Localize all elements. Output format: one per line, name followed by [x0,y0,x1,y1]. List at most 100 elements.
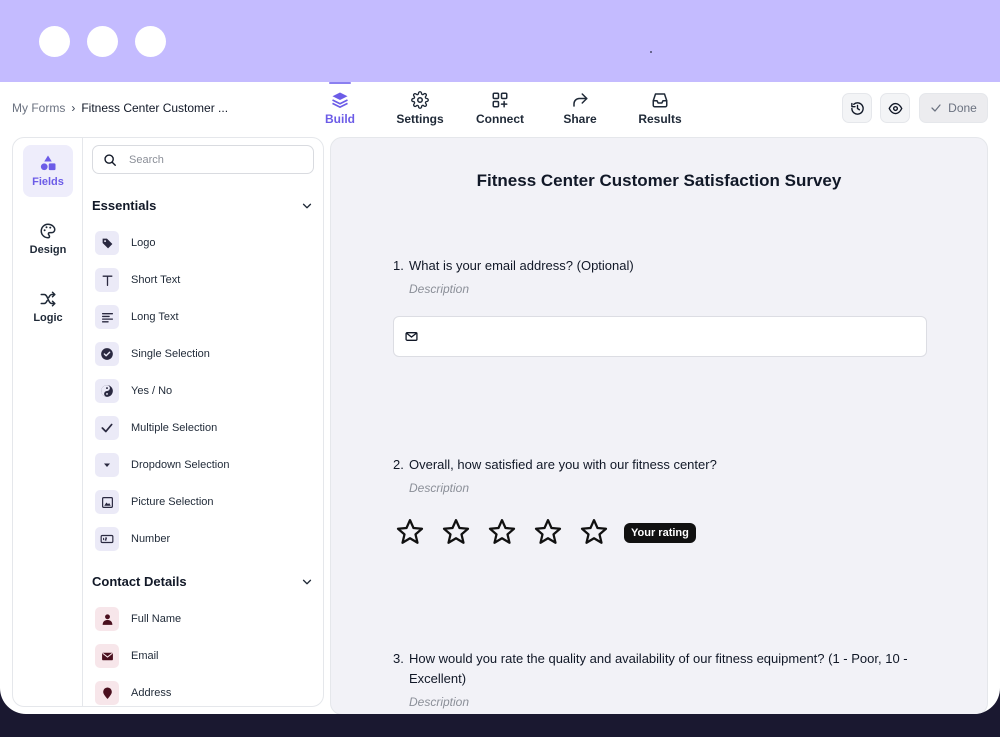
field-item-single-selection[interactable]: Single Selection [95,341,310,367]
rating-badge: Your rating [624,523,696,543]
person-icon [95,607,119,631]
number-input-icon [95,527,119,551]
field-item-label: Short Text [131,274,181,286]
section-contact-details-header[interactable]: Contact Details [92,574,314,589]
field-item-long-text[interactable]: Long Text [95,304,310,330]
breadcrumb-separator: › [71,101,76,115]
question-description[interactable]: Description [409,282,469,296]
rail-divider [82,138,83,706]
shapes-icon [40,155,56,171]
rail-logic-label: Logic [33,312,63,324]
field-item-label: Number [131,533,171,545]
window-titlebar [0,0,1000,82]
top-navigation: My Forms › Fitness Center Customer ... B… [0,82,1000,137]
question-2[interactable]: 2. Overall, how satisfied are you with o… [393,455,933,475]
window-control-dot[interactable] [135,26,166,57]
rail-logic[interactable]: Logic [23,281,73,333]
question-1[interactable]: 1. What is your email address? (Optional… [393,256,933,276]
field-item-address[interactable]: Address [95,680,310,706]
question-text: Overall, how satisfied are you with our … [409,457,717,472]
active-tab-indicator [329,82,351,84]
yin-yang-icon [95,379,119,403]
field-item-multiple-selection[interactable]: Multiple Selection [95,415,310,441]
field-item-short-text[interactable]: Short Text [95,267,310,293]
section-essentials-header[interactable]: Essentials [92,198,314,213]
tab-connect[interactable]: Connect [460,82,540,137]
search-icon [104,153,116,166]
question-text: How would you rate the quality and avail… [409,651,908,686]
rail-fields[interactable]: Fields [23,145,73,197]
envelope-icon [95,644,119,668]
field-item-label: Logo [131,237,156,249]
field-item-number[interactable]: Number [95,526,310,552]
field-item-dropdown-selection[interactable]: Dropdown Selection [95,452,310,478]
breadcrumb-root-link[interactable]: My Forms [12,101,65,115]
preview-button[interactable] [880,93,910,123]
field-item-label: Picture Selection [131,496,214,508]
question-description[interactable]: Description [409,481,469,495]
rail-design[interactable]: Design [23,213,73,265]
field-item-email[interactable]: Email [95,643,310,669]
field-search[interactable] [92,145,314,174]
question-description[interactable]: Description [409,695,469,709]
tab-settings-label: Settings [396,112,444,126]
question-number: 2. [393,457,404,472]
history-icon [850,101,864,115]
field-item-yes-no[interactable]: Yes / No [95,378,310,404]
tab-build-label: Build [325,112,355,126]
star-icon[interactable] [533,517,563,547]
star-rating[interactable] [395,517,609,547]
caret-down-icon [95,453,119,477]
tag-icon [95,231,119,255]
field-item-full-name[interactable]: Full Name [95,606,310,632]
chevron-down-icon[interactable] [300,575,314,589]
star-icon[interactable] [395,517,425,547]
field-item-label: Yes / No [131,385,173,397]
field-item-label: Multiple Selection [131,422,218,434]
field-item-label: Single Selection [131,348,210,360]
app-window: My Forms › Fitness Center Customer ... B… [0,0,1000,714]
question-text: What is your email address? (Optional) [409,258,634,273]
tab-build[interactable]: Build [300,82,380,137]
rail-design-label: Design [29,244,67,256]
map-pin-icon [95,681,119,705]
tab-share[interactable]: Share [540,82,620,137]
layers-icon [332,92,348,108]
field-item-label: Email [131,650,159,662]
field-item-logo[interactable]: Logo [95,230,310,256]
fields-panel: Fields Design Logic Essentials Logo Shor… [12,137,324,707]
question-3[interactable]: 3. How would you rate the quality and av… [393,649,933,689]
checkmark-icon [95,416,119,440]
shuffle-icon [40,291,56,307]
section-title: Contact Details [92,574,187,589]
field-item-label: Address [131,687,172,699]
form-canvas: Fitness Center Customer Satisfaction Sur… [330,137,988,714]
grid-plus-icon [492,92,508,108]
tab-settings[interactable]: Settings [380,82,460,137]
check-circle-icon [95,342,119,366]
tab-results-label: Results [638,112,682,126]
window-control-dot[interactable] [87,26,118,57]
email-field[interactable] [393,316,927,357]
titlebar-mark [650,51,652,53]
search-input[interactable] [129,153,289,166]
field-item-label: Long Text [131,311,179,323]
question-number: 3. [393,651,404,666]
palette-icon [40,223,56,239]
window-control-dot[interactable] [39,26,70,57]
done-button[interactable]: Done [919,93,988,123]
star-icon[interactable] [487,517,517,547]
star-icon[interactable] [441,517,471,547]
question-number: 1. [393,258,404,273]
eye-icon [887,102,903,114]
tab-share-label: Share [563,112,597,126]
history-button[interactable] [842,93,872,123]
form-title[interactable]: Fitness Center Customer Satisfaction Sur… [331,171,987,191]
text-t-icon [95,268,119,292]
tab-results[interactable]: Results [620,82,700,137]
star-icon[interactable] [579,517,609,547]
image-icon [95,490,119,514]
paragraph-icon [95,305,119,329]
chevron-down-icon[interactable] [300,199,314,213]
field-item-picture-selection[interactable]: Picture Selection [95,489,310,515]
